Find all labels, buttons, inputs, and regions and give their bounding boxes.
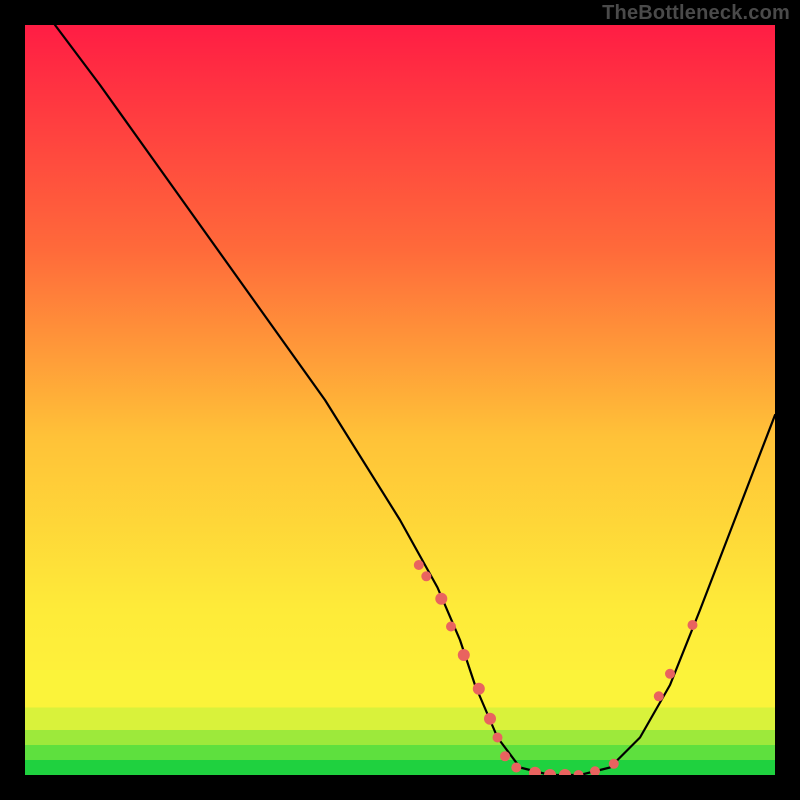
chart-plot-area xyxy=(25,25,775,775)
quality-band-4 xyxy=(25,670,775,708)
data-marker-4 xyxy=(458,649,470,661)
data-marker-6 xyxy=(484,713,496,725)
data-marker-17 xyxy=(665,669,675,679)
quality-band-2 xyxy=(25,730,775,745)
chart-svg xyxy=(25,25,775,775)
data-marker-7 xyxy=(493,733,503,743)
data-marker-18 xyxy=(688,620,698,630)
watermark-text: TheBottleneck.com xyxy=(602,2,790,25)
data-marker-3 xyxy=(446,622,456,632)
data-marker-2 xyxy=(435,593,447,605)
data-marker-16 xyxy=(654,691,664,701)
chart-frame: TheBottleneck.com xyxy=(0,0,800,800)
quality-band-0 xyxy=(25,760,775,775)
data-marker-1 xyxy=(421,571,431,581)
quality-band-3 xyxy=(25,708,775,731)
data-marker-9 xyxy=(511,763,521,773)
data-marker-5 xyxy=(473,683,485,695)
data-marker-0 xyxy=(414,560,424,570)
data-marker-15 xyxy=(609,759,619,769)
quality-band-1 xyxy=(25,745,775,760)
data-marker-8 xyxy=(500,751,510,761)
